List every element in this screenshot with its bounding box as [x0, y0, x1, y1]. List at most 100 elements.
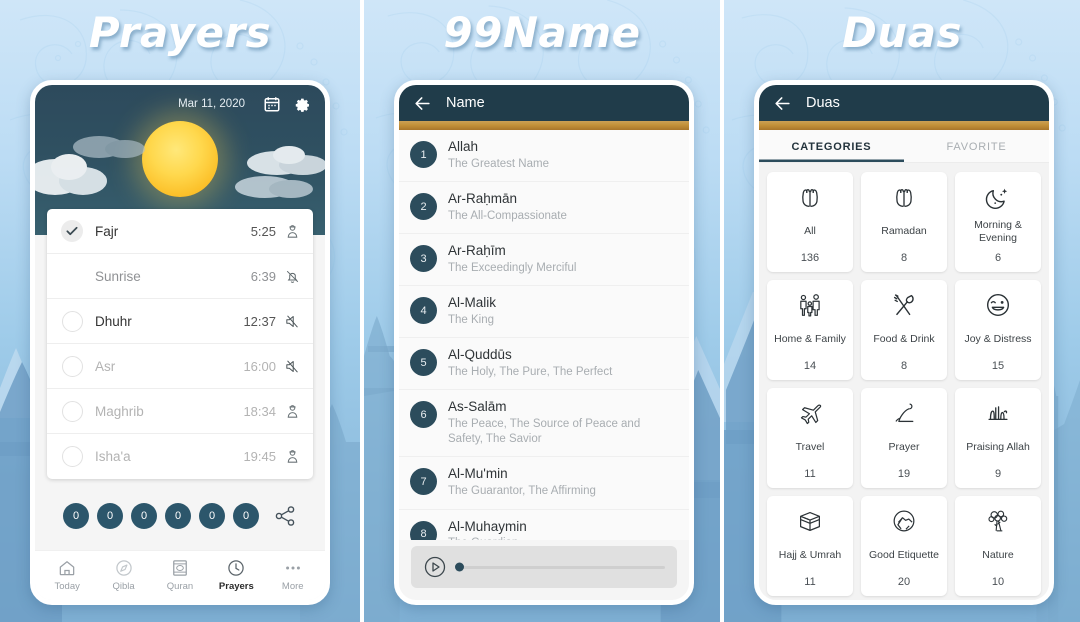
- category-card-joy-distress[interactable]: Joy & Distress 15: [955, 280, 1041, 380]
- list-item[interactable]: 8 Al-Muhaymin The Guardian: [399, 510, 689, 540]
- prayer-name: Sunrise: [95, 268, 141, 284]
- list-item[interactable]: 1 Allah The Greatest Name: [399, 130, 689, 183]
- seek-slider[interactable]: [455, 562, 665, 572]
- bottom-tab-bar: Today Qibla Quran Prayers More: [35, 550, 325, 600]
- prayer-time: 16:00: [243, 358, 276, 374]
- table-row[interactable]: Sunrise 6:39: [47, 254, 313, 299]
- adhan-icon[interactable]: [284, 223, 301, 240]
- category-card-food-drink[interactable]: Food & Drink 8: [861, 280, 947, 380]
- table-row[interactable]: Fajr 5:25: [47, 209, 313, 254]
- gear-icon[interactable]: [293, 95, 311, 113]
- sidebar-item-more[interactable]: More: [265, 558, 321, 592]
- sidebar-item-quran[interactable]: Quran: [152, 558, 208, 592]
- prayer-status-mark[interactable]: [57, 446, 87, 467]
- list-item[interactable]: 7 Al-Mu'min The Guarantor, The Affirming: [399, 457, 689, 510]
- category-card-nature[interactable]: Nature 10: [955, 496, 1041, 596]
- bell-off-icon[interactable]: [284, 268, 301, 285]
- table-row[interactable]: Asr 16:00: [47, 344, 313, 389]
- category-count: 11: [804, 468, 816, 480]
- category-card-home-family[interactable]: Home & Family 14: [767, 280, 853, 380]
- list-index-badge: 6: [410, 401, 437, 429]
- adhan-icon[interactable]: [284, 448, 301, 465]
- name-meaning: The Guarantor, The Affirming: [448, 485, 596, 498]
- mute-icon[interactable]: [284, 358, 301, 375]
- tab-label: Today: [54, 581, 80, 592]
- panel-99name: 99Name Name 1 Allah The Greatest Name 2 …: [360, 0, 720, 622]
- tab-label: Qibla: [112, 581, 135, 592]
- appbar-title: Name: [446, 95, 485, 111]
- back-arrow-icon[interactable]: [413, 94, 432, 113]
- list-item[interactable]: 6 As-Salām The Peace, The Source of Peac…: [399, 390, 689, 458]
- name-meaning: The Holy, The Pure, The Perfect: [448, 366, 613, 379]
- category-card-ramadan[interactable]: Ramadan 8: [861, 172, 947, 272]
- home-icon: [59, 561, 75, 576]
- gold-divider: [399, 121, 689, 130]
- category-count: 11: [804, 576, 816, 588]
- name-meaning: The Greatest Name: [448, 157, 549, 170]
- calendar-icon[interactable]: [263, 95, 281, 113]
- tab-favorite[interactable]: FAVORITE: [904, 130, 1049, 162]
- list-item[interactable]: 4 Al-Malik The King: [399, 286, 689, 339]
- list-index-badge: 5: [410, 349, 437, 377]
- prayer-times-card: Fajr 5:25 Sunrise 6:39 Dhuhr 12:37 Asr 1…: [47, 209, 313, 479]
- tab-categories[interactable]: CATEGORIES: [759, 130, 904, 162]
- sidebar-item-qibla[interactable]: Qibla: [96, 558, 152, 592]
- mute-icon[interactable]: [284, 313, 301, 330]
- category-card-praising-allah[interactable]: Praising Allah 9: [955, 388, 1041, 488]
- prayer-time: 12:37: [243, 313, 276, 329]
- category-card-prayer[interactable]: Prayer 19: [861, 388, 947, 488]
- category-card-morning-evening[interactable]: Morning & Evening 6: [955, 172, 1041, 272]
- prayer-status-mark[interactable]: [57, 355, 87, 377]
- category-card-all[interactable]: All 136: [767, 172, 853, 272]
- category-label: Praising Allah: [966, 441, 1030, 454]
- table-row[interactable]: Isha'a 19:45: [47, 434, 313, 479]
- counter-bubble[interactable]: 0: [165, 502, 191, 529]
- panel-prayers: Prayers Mar 11, 2020 Fajr 5:25 Sunrise 6…: [0, 0, 360, 622]
- tab-label: Prayers: [218, 581, 254, 592]
- prayer-name: Isha'a: [95, 449, 131, 464]
- back-arrow-icon[interactable]: [773, 94, 792, 113]
- category-card-travel[interactable]: Travel 11: [767, 388, 853, 488]
- seek-knob[interactable]: [455, 562, 464, 572]
- prayer-status-mark[interactable]: [57, 220, 87, 242]
- prayer-name: Fajr: [95, 223, 119, 239]
- sidebar-item-today[interactable]: Today: [39, 558, 95, 592]
- category-count: 19: [897, 468, 911, 480]
- counter-bubble[interactable]: 0: [97, 502, 123, 529]
- counter-bubble[interactable]: 0: [63, 502, 89, 529]
- sidebar-item-prayers[interactable]: Prayers: [208, 558, 264, 592]
- family-icon: [800, 294, 820, 317]
- audio-player[interactable]: [411, 546, 677, 588]
- list-index-badge: 8: [410, 520, 437, 540]
- praying-hands-icon: [896, 189, 912, 208]
- category-label: Ramadan: [881, 225, 927, 238]
- table-row[interactable]: Dhuhr 12:37: [47, 299, 313, 344]
- names-list[interactable]: 1 Allah The Greatest Name 2 Ar-Raḥmān Th…: [399, 130, 689, 540]
- prayer-time: 18:34: [243, 403, 276, 419]
- sun-graphic: [142, 121, 218, 197]
- praying-hands-icon: [802, 189, 818, 208]
- name-title: Ar-Raḥmān: [448, 191, 518, 207]
- table-row[interactable]: Maghrib 18:34: [47, 389, 313, 434]
- list-item[interactable]: 5 Al-Quddūs The Holy, The Pure, The Perf…: [399, 338, 689, 391]
- empty-circle-icon: [61, 355, 83, 377]
- counter-bubble[interactable]: 0: [199, 502, 225, 529]
- date-label: Mar 11, 2020: [178, 98, 245, 110]
- list-item[interactable]: 2 Ar-Raḥmān The All-Compassionate: [399, 182, 689, 235]
- category-label: Morning & Evening: [974, 218, 1022, 244]
- counter-bubble[interactable]: 0: [233, 502, 259, 529]
- category-label: Joy & Distress: [964, 333, 1032, 346]
- play-circle-icon[interactable]: [423, 555, 447, 579]
- name-meaning: The All-Compassionate: [448, 209, 567, 222]
- category-card-good-etiquette[interactable]: Good Etiquette 20: [861, 496, 947, 596]
- category-card-hajj-umrah[interactable]: Hajj & Umrah 11: [767, 496, 853, 596]
- adhan-icon[interactable]: [284, 403, 301, 420]
- list-item[interactable]: 3 Ar-Raḥīm The Exceedingly Merciful: [399, 234, 689, 287]
- list-index-badge: 2: [410, 193, 437, 221]
- prayer-status-mark[interactable]: [57, 310, 87, 332]
- cloud-graphic: [235, 176, 313, 198]
- prayer-status-mark[interactable]: [57, 400, 87, 422]
- share-icon[interactable]: [273, 504, 297, 528]
- counter-bubble[interactable]: 0: [131, 502, 157, 529]
- panel-title-prayers: Prayers: [88, 8, 272, 57]
